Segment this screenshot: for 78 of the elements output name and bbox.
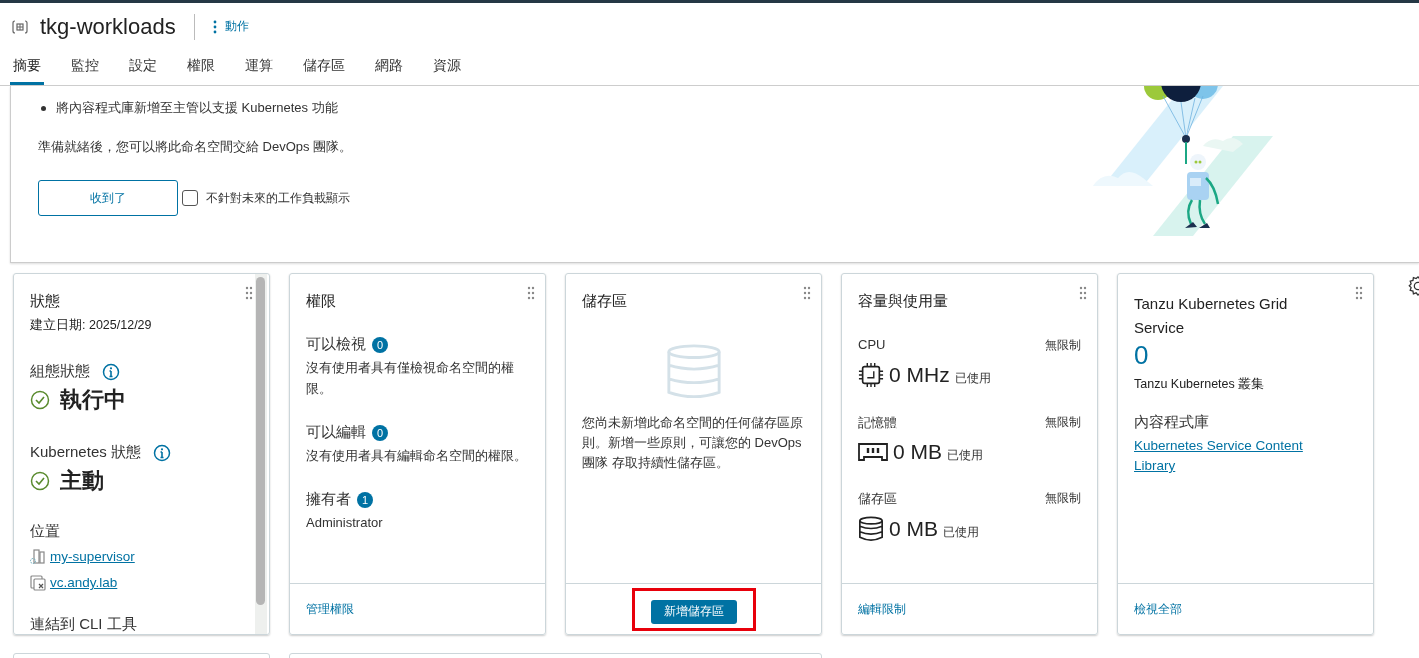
limit-text: 無限制 <box>1045 414 1081 431</box>
database-icon <box>858 516 884 542</box>
status-label: Kubernetes 狀態 <box>30 443 141 462</box>
drag-handle-icon[interactable] <box>1355 286 1363 300</box>
library-link[interactable]: Kubernetes Service Content Library <box>1134 436 1333 476</box>
status-value: 主動 <box>60 467 104 495</box>
count-badge: 0 <box>372 336 388 353</box>
check-circle-icon <box>30 390 50 410</box>
resource-label: CPU <box>858 337 886 354</box>
checkbox[interactable] <box>182 190 198 206</box>
drag-handle-icon[interactable] <box>245 286 253 300</box>
status-value: 執行中 <box>60 386 126 414</box>
created-date: 建立日期: 2025/12/29 <box>30 317 153 334</box>
actions-button[interactable]: 動作 <box>212 18 249 35</box>
usage-unit: 已使用 <box>954 369 991 387</box>
usage-value: 0 MB <box>889 517 938 541</box>
cli-label: 連結到 CLI 工具 <box>30 615 138 634</box>
memory-icon <box>858 441 888 463</box>
count-badge: 0 <box>372 424 388 441</box>
cpu-icon <box>858 362 884 388</box>
cluster-label: Tanzu Kubernetes 叢集 <box>1134 376 1266 393</box>
permission-label: 擁有者 <box>306 490 351 509</box>
scrollbar-thumb[interactable] <box>256 277 265 605</box>
card-title: 儲存區 <box>582 292 628 311</box>
edit-limits-link[interactable]: 編輯限制 <box>858 601 906 617</box>
tab[interactable]: 權限 <box>184 50 218 85</box>
tab[interactable]: 摘要 <box>10 50 44 85</box>
card-title: 容量與使用量 <box>858 292 949 311</box>
check-circle-icon <box>30 471 50 491</box>
view-all-link[interactable]: 檢視全部 <box>1134 601 1182 617</box>
resource-label: 記憶體 <box>858 414 897 432</box>
usage-value: 0 MB <box>893 440 942 464</box>
manage-permissions-link[interactable]: 管理權限 <box>306 601 354 617</box>
permission-text: Administrator <box>306 514 384 532</box>
permission-label: 可以檢視 <box>306 335 366 354</box>
info-icon[interactable] <box>152 443 171 462</box>
location-link[interactable]: vc.andy.lab <box>50 573 118 593</box>
cluster-count[interactable]: 0 <box>1134 340 1333 370</box>
banner-note: 準備就緒後，您可以將此命名空間交給 DevOps 團隊。 <box>38 138 353 156</box>
permission-label: 可以編輯 <box>306 423 366 442</box>
count-badge: 1 <box>357 491 373 508</box>
namespace-icon <box>12 18 28 35</box>
tab[interactable]: 資源 <box>430 50 464 85</box>
usage-value: 0 MHz <box>889 363 950 387</box>
card-title: 權限 <box>306 292 337 311</box>
bullet-text: 將內容程式庫新增至主管以支援 Kubernetes 功能 <box>56 99 338 117</box>
permission-text: 沒有使用者具有編輯命名空間的權限。 <box>306 447 528 465</box>
drag-handle-icon[interactable] <box>527 286 535 300</box>
drag-handle-icon[interactable] <box>803 286 811 300</box>
limit-text: 無限制 <box>1045 337 1081 354</box>
bullet-dot <box>41 105 46 111</box>
add-storage-button[interactable]: 新增儲存區 <box>650 599 737 624</box>
tab[interactable]: 設定 <box>126 50 160 85</box>
server-icon <box>30 575 46 591</box>
location-link[interactable]: my-supervisor <box>50 547 135 567</box>
card-title: Tanzu Kubernetes Grid Service <box>1134 294 1289 338</box>
resource-label: 儲存區 <box>858 490 897 508</box>
tab[interactable]: 儲存區 <box>300 50 348 85</box>
storage-message: 您尚未新增此命名空間的任何儲存區原則。新增一些原則，可讓您的 DevOps 團隊 存取持續性儲存區。 <box>582 414 804 472</box>
cluster-icon <box>30 549 46 565</box>
tab[interactable]: 監控 <box>68 50 102 85</box>
got-it-button[interactable]: 收到了 <box>38 180 178 216</box>
limit-text: 無限制 <box>1045 490 1081 507</box>
database-icon <box>664 343 723 401</box>
more-icon <box>212 18 217 35</box>
usage-unit: 已使用 <box>947 446 983 464</box>
usage-unit: 已使用 <box>943 523 979 541</box>
tab[interactable]: 運算 <box>242 50 276 85</box>
card-title: 狀態 <box>30 292 61 311</box>
checkbox-label: 不針對未來的工作負載顯示 <box>206 189 350 207</box>
info-icon[interactable] <box>102 362 120 381</box>
page-title: tkg-workloads <box>40 13 176 40</box>
permission-text: 沒有使用者具有僅檢視命名空間的權限。 <box>306 359 515 398</box>
library-label: 內容程式庫 <box>1134 413 1210 432</box>
location-label: 位置 <box>30 522 61 541</box>
status-label: 組態狀態 <box>30 362 90 381</box>
tab[interactable]: 網路 <box>372 50 406 85</box>
drag-handle-icon[interactable] <box>1079 286 1087 300</box>
